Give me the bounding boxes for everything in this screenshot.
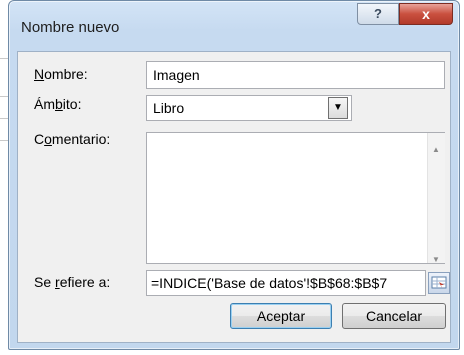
name-input[interactable]: Imagen bbox=[146, 61, 445, 89]
refers-to-input[interactable]: =INDICE('Base de datos'!$B$68:$B$7 bbox=[146, 270, 426, 296]
scope-select-value: Libro bbox=[153, 100, 185, 116]
refers-to-label: Se refiere a: bbox=[34, 274, 111, 290]
new-name-dialog: Nombre nuevo ? x Nombre: Imagen Ámbito: … bbox=[8, 0, 460, 350]
sheet-gridline bbox=[0, 96, 8, 97]
scope-select[interactable]: Libro bbox=[146, 95, 352, 121]
close-button[interactable]: x bbox=[399, 3, 453, 25]
range-select-icon bbox=[431, 276, 447, 289]
scroll-down-icon[interactable]: ▼ bbox=[432, 247, 440, 273]
scope-dropdown-button[interactable]: ▼ bbox=[328, 97, 348, 119]
close-icon: x bbox=[422, 6, 430, 22]
scope-label: Ámbito: bbox=[34, 96, 82, 112]
scroll-up-icon[interactable]: ▲ bbox=[432, 137, 440, 163]
name-label: Nombre: bbox=[34, 66, 88, 82]
help-icon: ? bbox=[374, 6, 382, 21]
comment-textarea[interactable]: ▲ ▼ bbox=[146, 132, 445, 264]
sheet-gridline bbox=[0, 58, 8, 59]
cancel-button[interactable]: Cancelar bbox=[342, 303, 446, 329]
range-select-button[interactable] bbox=[428, 272, 450, 294]
comment-label: Comentario: bbox=[34, 131, 111, 147]
sheet-gridline bbox=[0, 118, 8, 119]
dialog-title: Nombre nuevo bbox=[21, 19, 120, 36]
dialog-body: Nombre: Imagen Ámbito: Libro ▼ Comentari… bbox=[17, 51, 451, 343]
chevron-down-icon: ▼ bbox=[333, 102, 343, 113]
comment-scrollbar[interactable]: ▲ ▼ bbox=[427, 133, 445, 264]
help-button[interactable]: ? bbox=[357, 3, 399, 25]
ok-button[interactable]: Aceptar bbox=[230, 303, 332, 329]
sheet-gridline bbox=[0, 140, 8, 141]
